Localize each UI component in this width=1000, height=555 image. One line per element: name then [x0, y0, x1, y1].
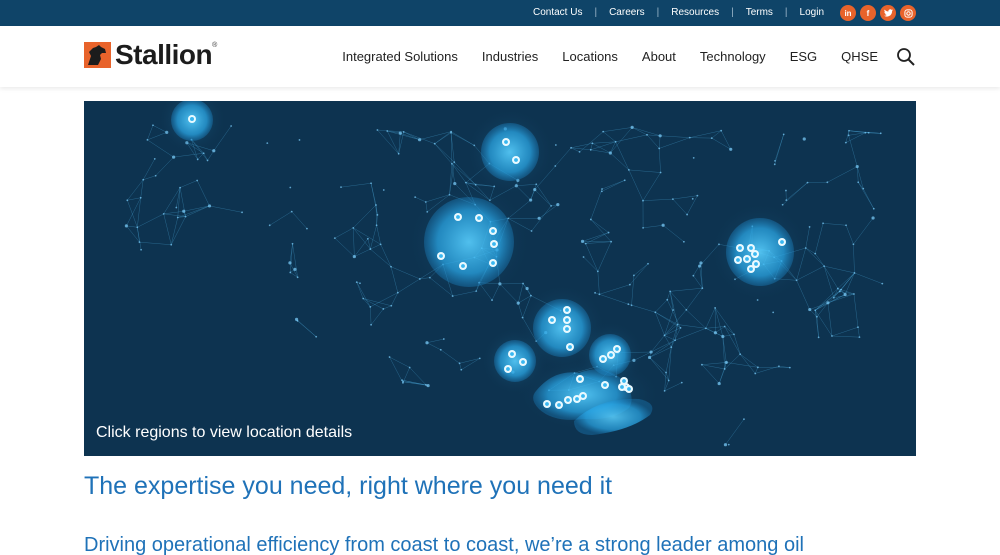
nav-about[interactable]: About: [642, 49, 676, 64]
nav-integrated-solutions[interactable]: Integrated Solutions: [342, 49, 458, 64]
location-marker-core: [545, 402, 549, 406]
linkedin-icon[interactable]: in: [840, 5, 856, 21]
location-marker-core: [581, 394, 585, 398]
region-rockies[interactable]: [407, 180, 531, 304]
utility-bar: Contact Us | Careers | Resources | Terms…: [0, 0, 1000, 26]
login-link[interactable]: Login: [794, 0, 830, 26]
nav-technology[interactable]: Technology: [700, 49, 766, 64]
resources-link[interactable]: Resources: [665, 0, 725, 26]
divider: |: [656, 7, 660, 18]
location-marker-core: [506, 367, 510, 371]
location-marker-core: [753, 252, 757, 256]
registered-mark: ®: [212, 42, 218, 49]
location-marker-core: [780, 240, 784, 244]
location-marker-core: [521, 360, 525, 364]
logo-text: Stallion: [115, 39, 213, 70]
location-marker-core: [565, 327, 569, 331]
location-marker-core: [557, 403, 561, 407]
intro-text: Driving operational efficiency from coas…: [84, 534, 804, 555]
location-marker-core: [514, 158, 518, 162]
location-marker-core: [749, 267, 753, 271]
location-marker-core: [439, 254, 443, 258]
stallion-logo[interactable]: Stallion ®: [84, 39, 218, 70]
location-marker-core: [456, 215, 460, 219]
nav-qhse[interactable]: QHSE: [841, 49, 878, 64]
location-marker-core: [566, 398, 570, 402]
page-heading: The expertise you need, right where you …: [84, 472, 613, 500]
location-marker-core: [578, 377, 582, 381]
location-marker-core: [491, 261, 495, 265]
twitter-icon[interactable]: [880, 5, 896, 21]
divider: |: [784, 7, 788, 18]
location-marker-core: [491, 229, 495, 233]
careers-link[interactable]: Careers: [603, 0, 651, 26]
location-marker-core: [622, 379, 626, 383]
location-marker-core: [738, 246, 742, 250]
horse-icon: [84, 42, 111, 68]
location-marker-core: [745, 257, 749, 261]
locations-map[interactable]: Click regions to view location details: [84, 101, 916, 456]
instagram-icon[interactable]: [900, 5, 916, 21]
nav-locations[interactable]: Locations: [562, 49, 618, 64]
terms-link[interactable]: Terms: [740, 0, 779, 26]
location-marker-core: [601, 357, 605, 361]
location-marker-core: [736, 258, 740, 262]
main-nav: Integrated Solutions Industries Location…: [318, 26, 916, 87]
location-marker-core: [627, 387, 631, 391]
location-marker-core: [550, 318, 554, 322]
location-marker-core: [620, 385, 624, 389]
facebook-icon[interactable]: f: [860, 5, 876, 21]
site-header: Stallion ® Integrated Solutions Industri…: [0, 26, 1000, 87]
location-marker-core: [575, 397, 579, 401]
social-links: in f: [840, 5, 916, 21]
divider: |: [594, 7, 598, 18]
location-marker-core: [603, 383, 607, 387]
location-marker-core: [510, 352, 514, 356]
location-marker-core: [565, 318, 569, 322]
location-marker-core: [504, 140, 508, 144]
nav-esg[interactable]: ESG: [790, 49, 817, 64]
contact-us-link[interactable]: Contact Us: [527, 0, 588, 26]
location-marker-core: [615, 347, 619, 351]
us-network-map: [84, 101, 916, 456]
location-marker-core: [477, 216, 481, 220]
search-icon[interactable]: [896, 47, 916, 67]
location-marker-core: [492, 242, 496, 246]
map-caption: Click regions to view location details: [96, 424, 353, 441]
location-marker-core: [609, 353, 613, 357]
nav-industries[interactable]: Industries: [482, 49, 538, 64]
location-marker-core: [749, 246, 753, 250]
location-marker-core: [461, 264, 465, 268]
region-northeast[interactable]: [710, 202, 810, 302]
location-marker-core: [754, 262, 758, 266]
location-marker-core: [565, 308, 569, 312]
location-marker-core: [568, 345, 572, 349]
divider: |: [731, 7, 734, 18]
